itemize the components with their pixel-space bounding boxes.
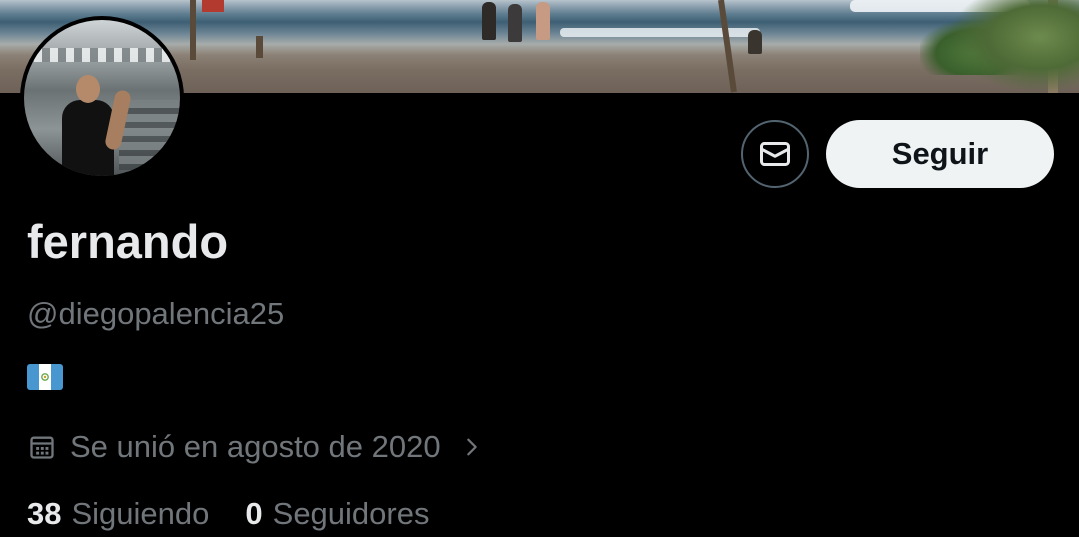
banner-person-decoration [536, 2, 550, 40]
envelope-icon [760, 142, 790, 166]
joined-date-text: Se unió en agosto de 2020 [70, 429, 441, 464]
avatar-photo-detail [76, 75, 100, 103]
profile-handle: @diegopalencia25 [27, 296, 285, 331]
calendar-icon [30, 436, 54, 459]
banner-person-decoration [508, 4, 522, 42]
banner-pole-decoration [256, 36, 263, 58]
followers-count: 0 [245, 496, 263, 531]
following-link[interactable]: 38 Siguiendo [27, 494, 209, 534]
banner-person-decoration [748, 30, 762, 54]
followers-link[interactable]: 0 Seguidores [245, 494, 429, 534]
avatar[interactable] [20, 16, 184, 180]
followers-label: Seguidores [272, 496, 430, 531]
banner-surf-decoration [560, 28, 760, 37]
display-name: fernando [27, 215, 229, 268]
guatemala-flag-icon [27, 364, 63, 390]
banner-palm-decoration [949, 0, 1079, 93]
message-button[interactable] [741, 120, 809, 188]
following-label: Siguiendo [71, 496, 210, 531]
chevron-right-icon [466, 438, 477, 456]
banner-pole-decoration [190, 0, 196, 60]
avatar-photo-detail [34, 48, 174, 62]
follow-button[interactable]: Seguir [826, 120, 1054, 188]
avatar-photo [24, 20, 180, 176]
banner-flag-decoration [202, 0, 224, 12]
banner-pole-decoration [718, 0, 737, 93]
following-count: 38 [27, 496, 62, 531]
joined-date[interactable]: Se unió en agosto de 2020 [28, 428, 483, 466]
profile-stats: 38 Siguiendo 0 Seguidores [27, 494, 429, 534]
banner-person-decoration [482, 2, 496, 40]
